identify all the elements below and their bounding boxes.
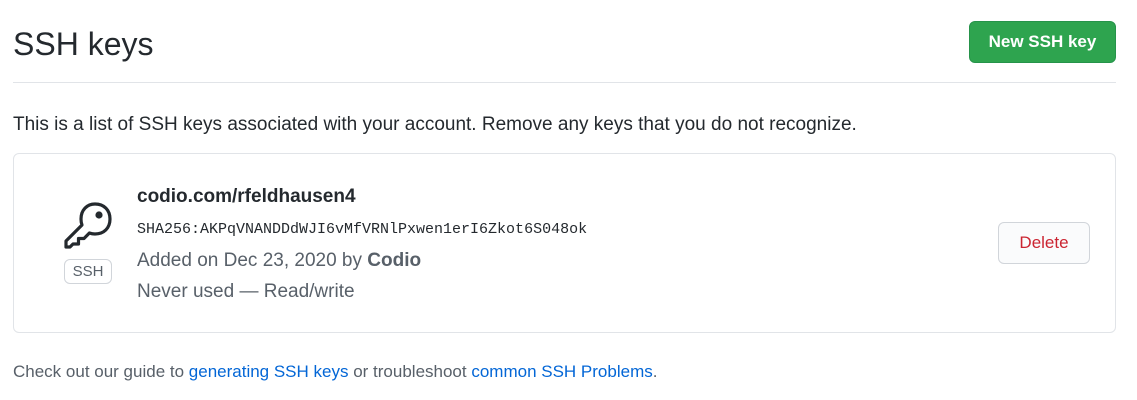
footer-help-text: Check out our guide to generating SSH ke… (13, 360, 657, 384)
ssh-key-list-item: SSH codio.com/rfeldhausen4 SHA256:AKPqVN… (13, 153, 1116, 333)
key-fingerprint: SHA256:AKPqVNANDDdWJI6vMfVRNlPxwen1erI6Z… (137, 221, 588, 238)
footer-middle: or troubleshoot (348, 362, 472, 381)
generating-ssh-keys-link[interactable]: generating SSH keys (189, 362, 349, 381)
new-ssh-key-button[interactable]: New SSH key (969, 21, 1116, 63)
intro-text: This is a list of SSH keys associated wi… (13, 114, 857, 135)
key-icon (64, 202, 112, 249)
ssh-keys-page: SSH keys New SSH key This is a list of S… (0, 0, 1137, 400)
key-added-date: Added on Dec 23, 2020 by (137, 250, 368, 271)
page-title: SSH keys (13, 26, 154, 62)
page-header: SSH keys New SSH key (13, 0, 1116, 83)
key-added-by: Codio (367, 250, 422, 271)
key-title: codio.com/rfeldhausen4 (137, 186, 356, 207)
ssh-type-badge: SSH (64, 259, 112, 284)
key-usage-info: Never used — Read/write (137, 281, 355, 302)
common-ssh-problems-link[interactable]: common SSH Problems (471, 362, 652, 381)
footer-prefix: Check out our guide to (13, 362, 189, 381)
key-added-info: Added on Dec 23, 2020 by Codio (137, 248, 421, 274)
footer-suffix: . (652, 362, 658, 381)
delete-key-button[interactable]: Delete (998, 222, 1090, 264)
